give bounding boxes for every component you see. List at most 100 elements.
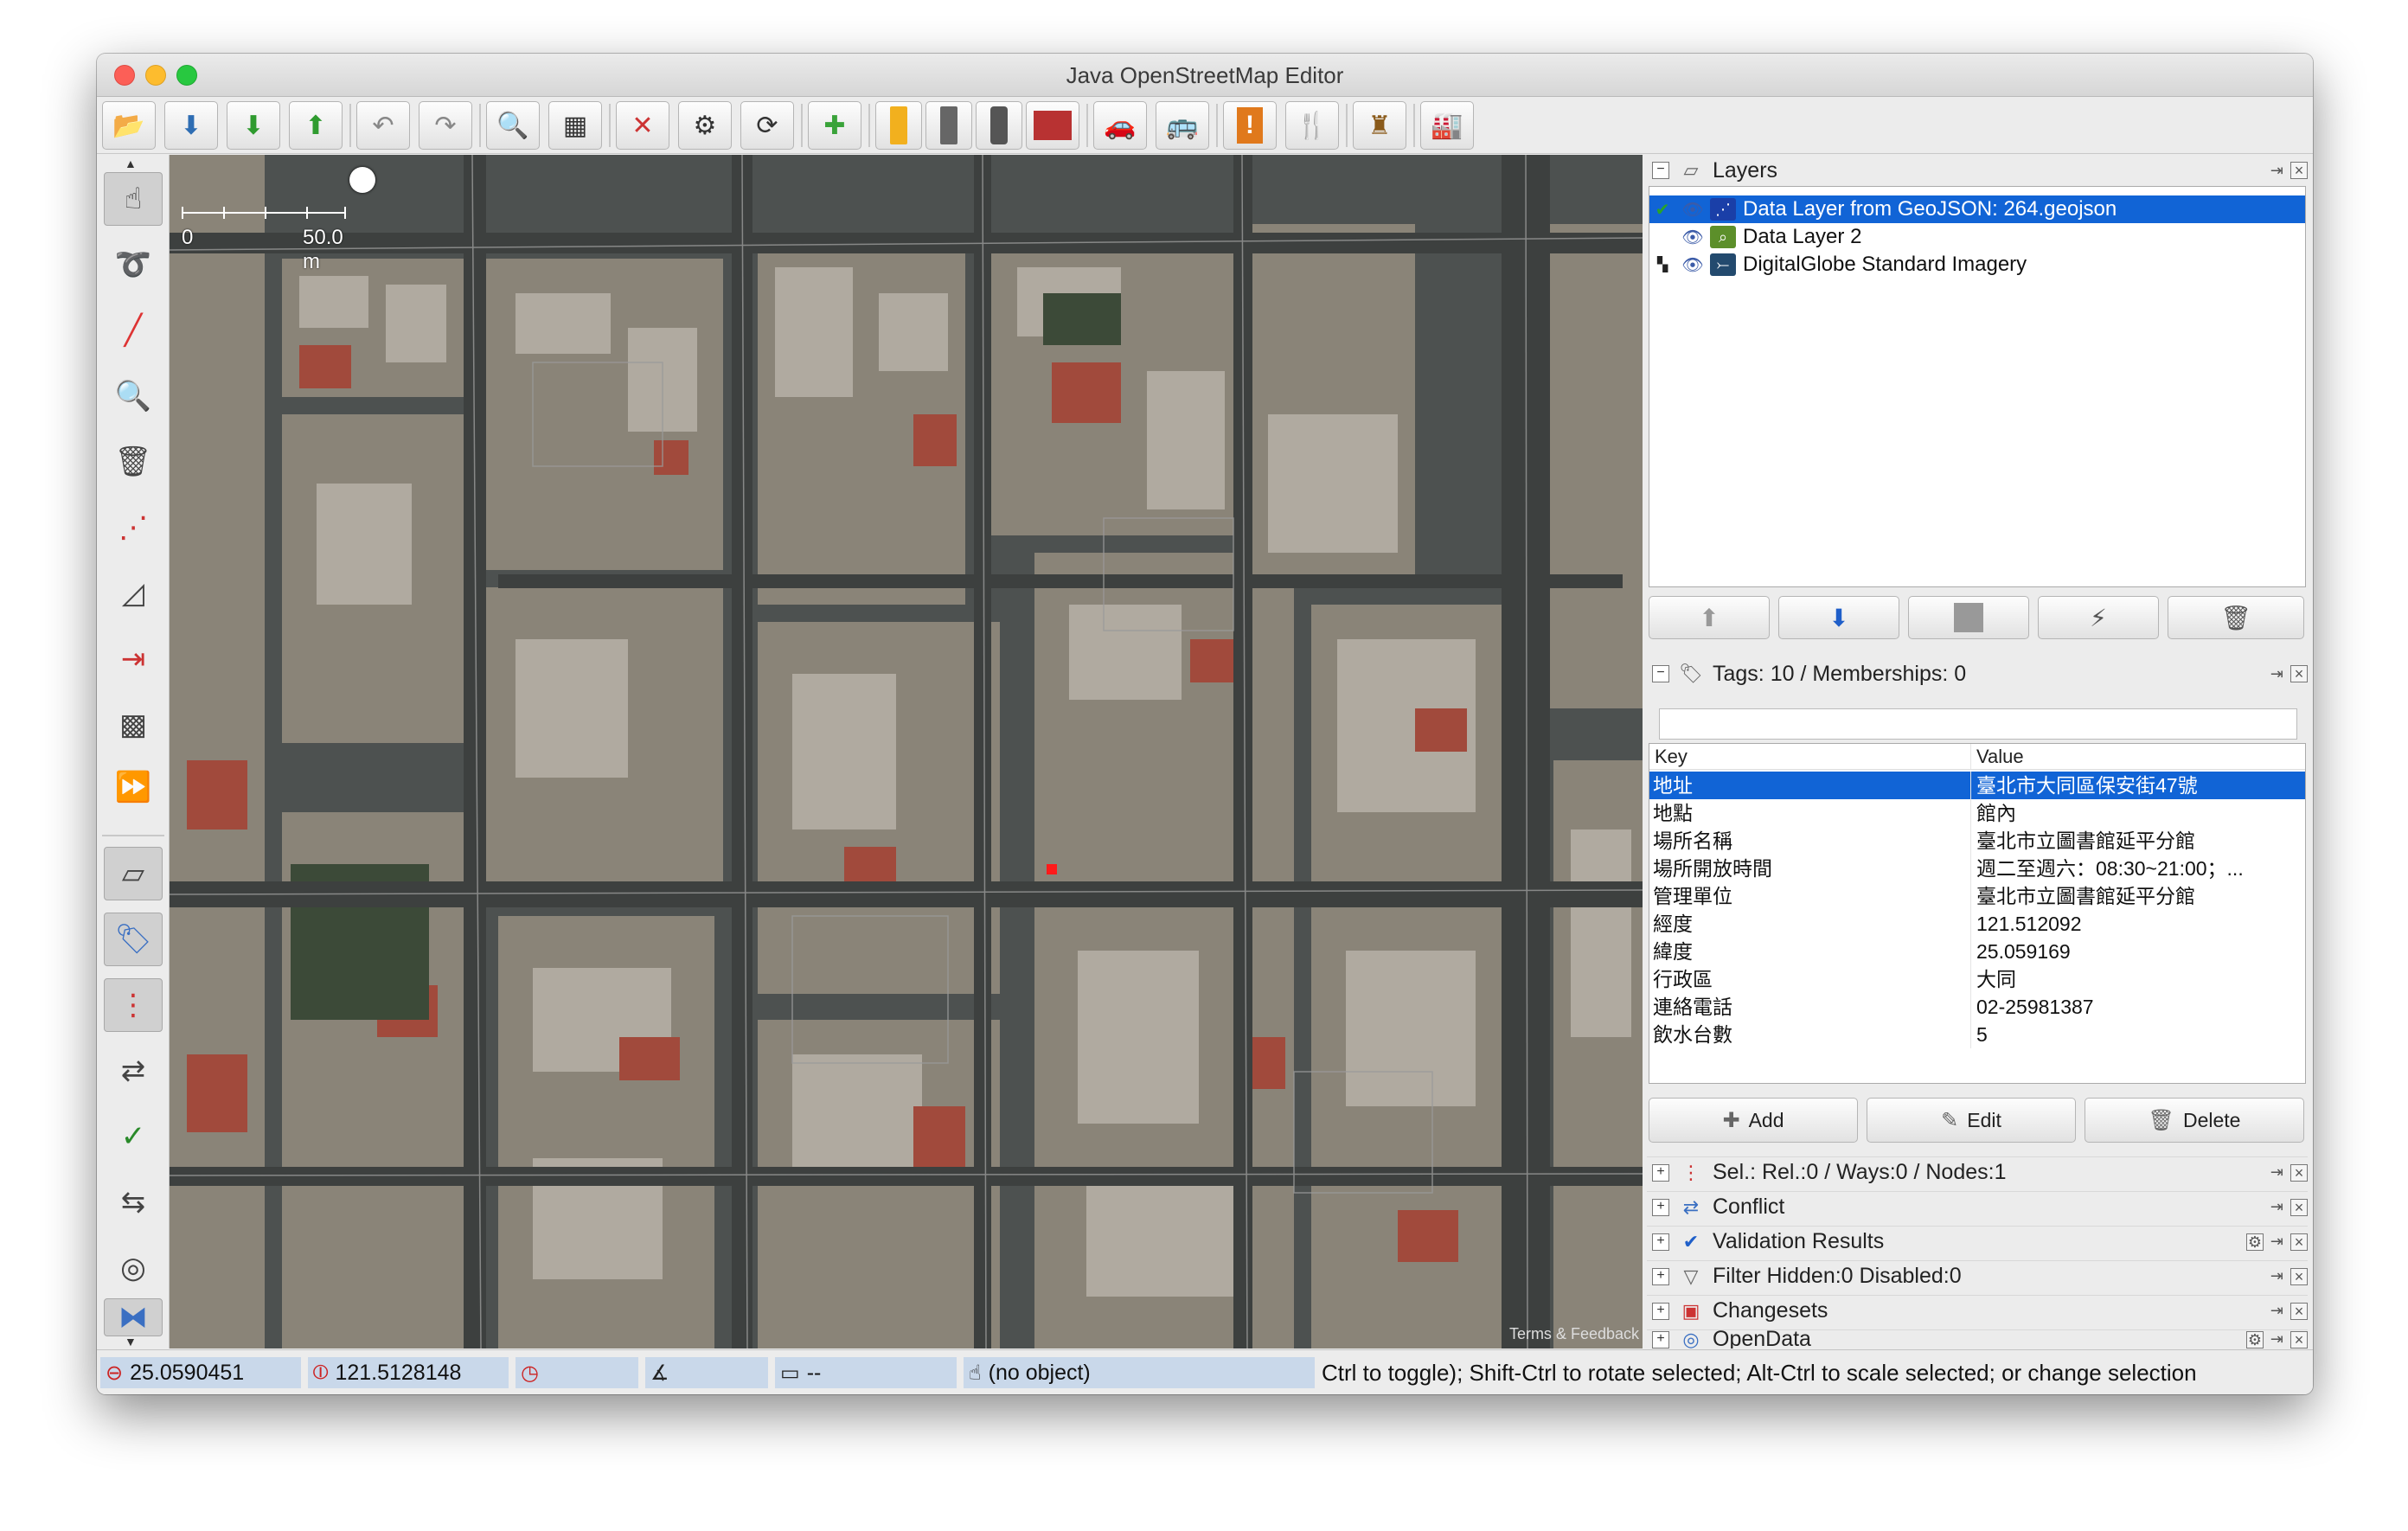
activate-layer-button[interactable]: ⚡: [2038, 596, 2159, 639]
pin-icon[interactable]: ⇥: [2270, 1330, 2283, 1348]
collapse-icon[interactable]: −: [1652, 665, 1669, 682]
selection-toggle-button[interactable]: ⋮: [104, 978, 163, 1032]
table-row[interactable]: 場所開放時間 週二至週六：08:30~21:00；...: [1649, 855, 2305, 882]
hazard-preset-button[interactable]: !: [1223, 101, 1277, 150]
close-icon[interactable]: ×: [2290, 1163, 2308, 1182]
conflict-panel-header[interactable]: + ⇄ Conflict ⇥ ×: [1647, 1191, 2308, 1222]
filter-toggle-button[interactable]: ⇆: [104, 1175, 163, 1229]
opendata-panel-header[interactable]: + ◎ OpenData ⚙ ⇥ ×: [1647, 1329, 2308, 1348]
save-button[interactable]: ⬇: [164, 101, 218, 150]
mapping-button[interactable]: ▦: [548, 101, 602, 150]
preferences-button[interactable]: 🔍: [486, 101, 540, 150]
imagery-button[interactable]: ✚: [808, 101, 861, 150]
close-icon[interactable]: ×: [2290, 1330, 2308, 1348]
extrude-mode-button[interactable]: ⇥: [104, 632, 163, 686]
opendata-toggle-button[interactable]: ◎: [104, 1241, 163, 1295]
table-row[interactable]: 緯度 25.059169: [1649, 938, 2305, 965]
table-row[interactable]: 連絡電話 02-25981387: [1649, 993, 2305, 1021]
tags-toggle-button[interactable]: 🏷: [104, 913, 163, 966]
tag-search-input[interactable]: [1659, 708, 2297, 740]
open-file-button[interactable]: 📂: [102, 101, 156, 150]
pin-icon[interactable]: ⇥: [2270, 1302, 2283, 1320]
car-preset-button[interactable]: 🚗: [1093, 101, 1147, 150]
collapse-icon[interactable]: −: [1652, 162, 1669, 179]
value-column-header[interactable]: Value: [1971, 744, 2024, 769]
highway-residential-button[interactable]: [925, 101, 972, 150]
expand-icon[interactable]: +: [1652, 1267, 1669, 1285]
changesets-panel-header[interactable]: + ▣ Changesets ⇥ ×: [1647, 1295, 2308, 1326]
lasso-mode-button[interactable]: ➰: [104, 238, 163, 291]
conflict-toggle-button[interactable]: ⇄: [104, 1044, 163, 1098]
improve-way-button[interactable]: ⋰: [104, 501, 163, 554]
presets-button[interactable]: ⚙: [678, 101, 732, 150]
drag-handle-icon[interactable]: ▚: [1649, 256, 1675, 273]
pin-icon[interactable]: ⇥: [2270, 1233, 2283, 1251]
expand-icon[interactable]: +: [1652, 1330, 1669, 1348]
bus-preset-button[interactable]: 🚌: [1156, 101, 1209, 150]
download-button[interactable]: ⬇: [227, 101, 280, 150]
zoom-slider-knob[interactable]: [349, 167, 375, 193]
scroll-down-icon[interactable]: ▼: [125, 1335, 137, 1348]
close-icon[interactable]: ×: [2290, 162, 2308, 179]
close-icon[interactable]: ×: [2290, 665, 2308, 682]
filter-panel-header[interactable]: + ▽ Filter Hidden:0 Disabled:0 ⇥ ×: [1647, 1260, 2308, 1291]
settings-icon[interactable]: ⚙: [2245, 1233, 2264, 1251]
layer-properties-button[interactable]: [1908, 596, 2029, 639]
select-mode-button[interactable]: ☝: [104, 172, 163, 226]
visibility-eye-icon[interactable]: 👁: [1675, 199, 1710, 221]
building-button[interactable]: [1026, 101, 1079, 150]
industrial-preset-button[interactable]: 🏭: [1420, 101, 1474, 150]
wireframe-button[interactable]: ✕: [616, 101, 669, 150]
table-row[interactable]: 行政區 大同: [1649, 965, 2305, 993]
expand-icon[interactable]: +: [1652, 1198, 1669, 1216]
layer-row[interactable]: ✔ 👁 ⋰ Data Layer from GeoJSON: 264.geojs…: [1649, 195, 2305, 223]
zoom-mode-button[interactable]: 🔍: [104, 369, 163, 423]
expand-icon[interactable]: +: [1652, 1233, 1669, 1251]
upload-button[interactable]: ⬆: [289, 101, 343, 150]
add-tag-button[interactable]: ✚ Add: [1649, 1098, 1858, 1143]
edit-tag-button[interactable]: ✎ Edit: [1867, 1098, 2076, 1143]
move-up-button[interactable]: ⬆: [1649, 596, 1770, 639]
more-tools-button[interactable]: ⏩: [104, 760, 163, 814]
close-icon[interactable]: ×: [2290, 1302, 2308, 1320]
delete-mode-button[interactable]: 🗑: [104, 435, 163, 489]
validation-panel-header[interactable]: + ✔ Validation Results ⚙ ⇥ ×: [1647, 1226, 2308, 1257]
pin-icon[interactable]: ⇥: [2270, 1163, 2283, 1182]
visibility-eye-icon[interactable]: 👁: [1675, 227, 1710, 248]
traffic-signal-button[interactable]: [976, 101, 1022, 150]
tags-panel-header[interactable]: − 🏷 Tags: 10 / Memberships: 0 ⇥ ×: [1647, 658, 2308, 689]
table-row[interactable]: 管理單位 臺北市立圖書館延平分館: [1649, 882, 2305, 910]
settings-icon[interactable]: ⚙: [2245, 1330, 2264, 1348]
table-row[interactable]: 地點 館內: [1649, 799, 2305, 827]
parallel-mode-button[interactable]: ◿: [104, 567, 163, 620]
table-row[interactable]: 場所名稱 臺北市立圖書館延平分館: [1649, 827, 2305, 855]
delete-layer-button[interactable]: 🗑: [2168, 596, 2304, 639]
pin-icon[interactable]: ⇥: [2270, 1198, 2283, 1216]
undo-button[interactable]: ↶: [356, 101, 410, 150]
layers-toggle-button[interactable]: ▱: [104, 847, 163, 900]
close-icon[interactable]: ×: [2290, 1198, 2308, 1216]
refresh-button[interactable]: ⟳: [740, 101, 794, 150]
selection-panel-header[interactable]: + ⋮ Sel.: Rel.:0 / Ways:0 / Nodes:1 ⇥ ×: [1647, 1156, 2308, 1188]
restaurant-preset-button[interactable]: 🍴: [1285, 101, 1339, 150]
key-column-header[interactable]: Key: [1649, 744, 1971, 769]
imagery-attribution[interactable]: Terms & Feedback: [1509, 1325, 1639, 1343]
expand-icon[interactable]: +: [1652, 1302, 1669, 1320]
map-view[interactable]: 0 50.0 m Terms & Feedback: [170, 155, 1643, 1348]
shape-toggle-button[interactable]: ⧓: [104, 1298, 163, 1336]
expand-icon[interactable]: +: [1652, 1163, 1669, 1182]
validation-toggle-button[interactable]: ✓: [104, 1110, 163, 1163]
delete-tag-button[interactable]: 🗑 Delete: [2085, 1098, 2304, 1143]
table-row[interactable]: 地址 臺北市大同區保安街47號: [1649, 772, 2305, 799]
pin-icon[interactable]: ⇥: [2270, 162, 2283, 180]
building-tool-button[interactable]: ▩: [104, 698, 163, 752]
move-down-button[interactable]: ⬇: [1778, 596, 1899, 639]
highway-primary-button[interactable]: [875, 101, 922, 150]
selected-node[interactable]: [1047, 864, 1057, 874]
castle-preset-button[interactable]: ♜: [1353, 101, 1406, 150]
close-icon[interactable]: ×: [2290, 1267, 2308, 1285]
layers-panel-header[interactable]: − ▱ Layers ⇥ ×: [1647, 155, 2308, 186]
close-icon[interactable]: ×: [2290, 1233, 2308, 1251]
visibility-eye-icon[interactable]: 👁: [1675, 254, 1710, 276]
redo-button[interactable]: ↷: [419, 101, 472, 150]
